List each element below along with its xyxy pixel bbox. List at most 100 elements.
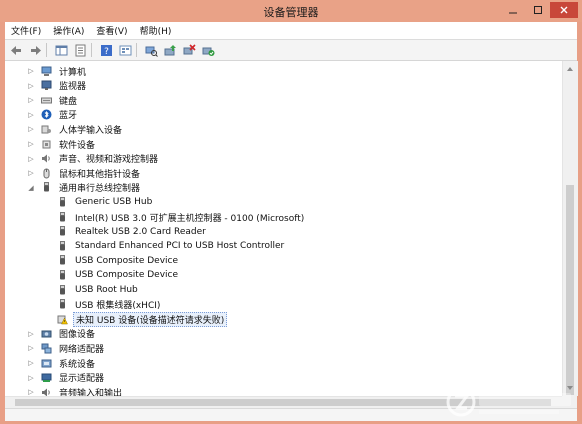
update-driver-icon <box>164 44 176 55</box>
device-row[interactable]: Standard Enhanced PCI to USB Host Contro… <box>5 239 562 253</box>
expand-arrow-icon[interactable]: ▷ <box>27 374 35 382</box>
device-category-row[interactable]: ▷ 计算机 <box>5 64 562 78</box>
device-icon-holder <box>41 372 52 383</box>
usb-plug-icon <box>60 255 65 265</box>
device-icon-holder <box>41 139 52 150</box>
expand-arrow-icon[interactable]: ▷ <box>27 96 35 104</box>
device-category-row[interactable]: ▷ 显示适配器 <box>5 371 562 385</box>
expand-arrow-icon[interactable]: ▷ <box>27 388 35 396</box>
menu-action[interactable]: 操作(A) <box>47 24 90 37</box>
forward-button[interactable] <box>27 42 43 58</box>
scroll-up-arrow-icon[interactable] <box>567 67 573 71</box>
toolbar: ? <box>5 40 577 61</box>
device-icon-holder <box>41 109 52 120</box>
enable-device-icon <box>202 47 214 56</box>
expand-arrow-icon[interactable]: ▷ <box>27 359 35 367</box>
toolbar-separator <box>136 43 137 57</box>
device-row[interactable]: 未知 USB 设备(设备描述符请求失败) <box>5 311 562 327</box>
menu-file[interactable]: 文件(F) <box>5 24 47 37</box>
collapse-arrow-icon[interactable]: ◢ <box>27 184 35 192</box>
uninstall-button[interactable] <box>181 42 197 58</box>
device-category-row[interactable]: ▷ 系统设备 <box>5 356 562 370</box>
usb-plug-icon <box>60 299 65 309</box>
minimize-icon <box>509 12 517 14</box>
close-button[interactable] <box>550 2 578 18</box>
title-bar[interactable]: 设备管理器 <box>0 0 582 22</box>
device-icon-holder <box>41 343 52 354</box>
expand-arrow-icon[interactable]: ▷ <box>27 67 35 75</box>
device-icon-holder <box>57 196 68 208</box>
device-label: 未知 USB 设备(设备描述符请求失败) <box>73 311 228 327</box>
device-row[interactable]: USB Composite Device <box>5 268 562 282</box>
device-label: 鼠标和其他指针设备 <box>59 169 141 180</box>
expand-arrow-icon[interactable]: ▷ <box>27 125 35 133</box>
device-icon-holder <box>57 314 68 325</box>
device-label: 网络适配器 <box>59 344 105 355</box>
system-device-icon <box>41 359 52 367</box>
device-label: Standard Enhanced PCI to USB Host Contro… <box>75 241 285 252</box>
keyboard-icon <box>41 97 52 104</box>
back-button[interactable] <box>8 42 24 58</box>
device-icon-holder <box>57 240 68 252</box>
console-tree-button[interactable] <box>53 42 69 58</box>
device-icon-holder <box>41 80 52 91</box>
device-icon-holder <box>57 269 68 281</box>
expand-arrow-icon[interactable]: ▷ <box>27 140 35 148</box>
back-arrow-icon <box>10 45 21 55</box>
vertical-scrollbar[interactable] <box>562 61 578 396</box>
menu-view[interactable]: 查看(V) <box>90 24 133 37</box>
device-label: 软件设备 <box>59 140 96 151</box>
device-row[interactable]: Intel(R) USB 3.0 可扩展主机控制器 - 0100 (Micros… <box>5 210 562 224</box>
expand-arrow-icon[interactable]: ▷ <box>27 155 35 163</box>
device-category-row[interactable]: ▷ 监视器 <box>5 79 562 93</box>
update-driver-button[interactable] <box>162 42 178 58</box>
device-category-row[interactable]: ▷ 声音、视频和游戏控制器 <box>5 152 562 166</box>
enable-device-button[interactable] <box>200 42 216 58</box>
device-label: Generic USB Hub <box>75 197 153 208</box>
maximize-button[interactable] <box>526 2 550 18</box>
device-category-row[interactable]: ▷ 图像设备 <box>5 327 562 341</box>
expand-arrow-icon[interactable]: ▷ <box>27 82 35 90</box>
expand-arrow-icon[interactable]: ▷ <box>27 169 35 177</box>
warning-device-icon <box>57 315 68 324</box>
device-label: 声音、视频和游戏控制器 <box>59 155 159 166</box>
device-icon-holder <box>57 284 68 296</box>
device-category-row[interactable]: ▷ 软件设备 <box>5 137 562 151</box>
device-label: 计算机 <box>59 67 87 78</box>
device-category-row[interactable]: ▷ 鼠标和其他指针设备 <box>5 166 562 180</box>
device-row[interactable]: Realtek USB 2.0 Card Reader <box>5 225 562 239</box>
device-icon-holder <box>41 66 52 77</box>
device-category-row[interactable]: ▷ 人体学输入设备 <box>5 122 562 136</box>
device-row[interactable]: USB Root Hub <box>5 283 562 297</box>
maximize-icon <box>534 6 542 14</box>
device-category-row[interactable]: ▷ 键盘 <box>5 93 562 107</box>
mouse-icon <box>43 168 50 179</box>
device-row[interactable]: USB Composite Device <box>5 254 562 268</box>
expand-arrow-icon[interactable]: ▷ <box>27 330 35 338</box>
bluetooth-icon <box>41 109 52 120</box>
device-label: 人体学输入设备 <box>59 125 123 136</box>
help-button[interactable]: ? <box>98 42 114 58</box>
device-icon-holder <box>57 299 68 310</box>
software-device-icon <box>42 140 51 148</box>
expand-arrow-icon[interactable]: ▷ <box>27 111 35 119</box>
expand-arrow-icon[interactable]: ▷ <box>27 344 35 352</box>
properties-button[interactable] <box>72 42 88 58</box>
svg-text:?: ? <box>104 47 109 57</box>
device-category-row[interactable]: ▷ 网络适配器 <box>5 341 562 355</box>
usb-plug-icon <box>60 196 65 207</box>
device-category-row[interactable]: ▷ 蓝牙 <box>5 108 562 122</box>
vertical-scroll-thumb[interactable] <box>566 185 574 395</box>
menu-bar: 文件(F) 操作(A) 查看(V) 帮助(H) <box>5 22 577 40</box>
menu-help[interactable]: 帮助(H) <box>134 24 178 37</box>
device-row[interactable]: USB 根集线器(xHCI) <box>5 298 562 312</box>
properties-icon <box>75 44 85 56</box>
device-tree[interactable]: ▷ 计算机 ▷ 监视器 ▷ 键盘 ▷ 蓝牙 ▷ 人体学输入设备 ▷ 软件设备 ▷ 声音、视频和游戏控制器 ▷… <box>5 61 562 396</box>
device-label: 显示适配器 <box>59 374 105 385</box>
view-button[interactable] <box>117 42 133 58</box>
scan-hardware-button[interactable] <box>143 42 159 58</box>
minimize-button[interactable] <box>500 2 526 18</box>
device-row[interactable]: Generic USB Hub <box>5 195 562 209</box>
device-icon-holder <box>41 95 52 106</box>
device-category-row[interactable]: ◢ 通用串行总线控制器 <box>5 181 562 195</box>
